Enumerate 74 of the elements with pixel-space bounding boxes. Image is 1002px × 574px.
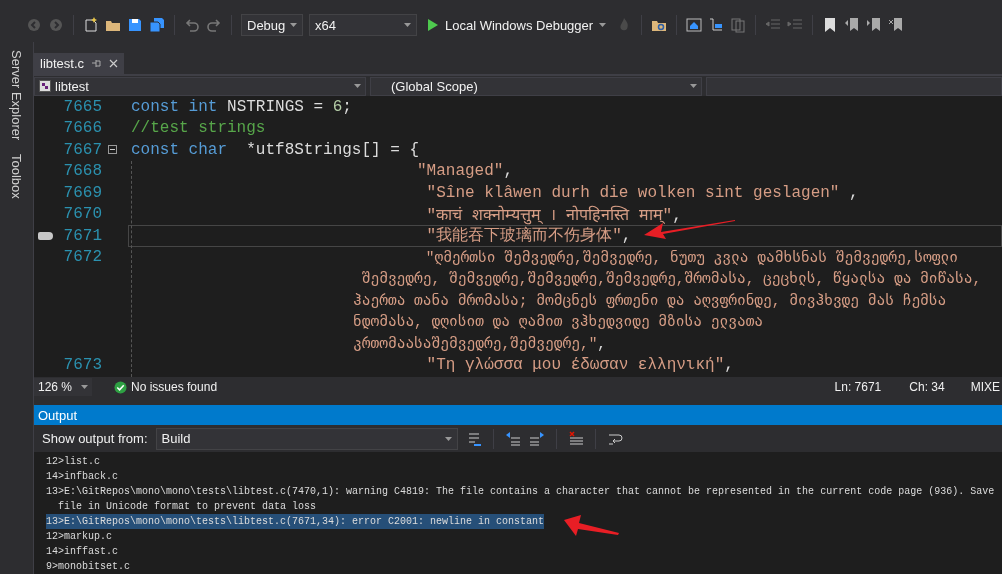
output-line: 14>infback.c — [46, 470, 118, 484]
check-icon — [114, 380, 127, 394]
encoding-indicator: MIXE — [970, 380, 1000, 394]
panel-title: Output — [38, 407, 78, 423]
undo-icon[interactable] — [184, 17, 200, 33]
clear-all-icon[interactable] — [567, 430, 584, 447]
dropdown-caret-icon — [404, 23, 411, 27]
line-number: 7667 — [63, 140, 102, 159]
previous-message-icon[interactable] — [504, 430, 521, 447]
side-tab[interactable]: Toolbox — [9, 154, 24, 200]
code-line: "Sîne klâwen durh die wolken sint geslagen" , — [425, 183, 859, 202]
dropdown-caret-icon — [690, 84, 697, 88]
home-icon[interactable] — [686, 17, 703, 33]
code-line: "Τη γλώσσα μου έδωσαν ελληνική", — [425, 355, 734, 374]
save-all-icon[interactable] — [149, 17, 165, 33]
next-message-icon[interactable] — [528, 430, 545, 447]
line-indicator: Ln: 7671 — [834, 380, 882, 394]
save-icon[interactable] — [127, 17, 143, 33]
dropdown-caret-icon — [290, 23, 297, 27]
code-line: const char *utf8Strings[] = { — [131, 140, 420, 159]
line-number: 7673 — [63, 355, 102, 374]
new-item-icon[interactable] — [83, 17, 99, 33]
close-icon[interactable] — [109, 59, 119, 68]
document-tab[interactable]: libtest.c — [34, 53, 125, 74]
step-icon[interactable] — [708, 17, 725, 33]
project-dropdown[interactable]: libtest — [34, 76, 366, 96]
code-line: const int NSTRINGS = 6; — [131, 97, 352, 116]
output-line: 12>markup.c — [46, 530, 112, 544]
code-line: ნდომასა, დღისით და ღამით ვჰხედვიდე მზისა ელვათა — [353, 313, 764, 331]
output-line: file in Unicode format to prevent data loss — [57, 500, 317, 514]
output-source-dropdown[interactable]: Build — [155, 427, 458, 450]
issues-status[interactable]: No issues found — [131, 380, 218, 394]
bookmark-prev-icon[interactable] — [844, 17, 861, 33]
line-number: 7672 — [63, 248, 102, 267]
code-line: "ღმერთსი შემვედრე,შემვედრე, ნუთუ კვლა დამხსნას შემვედრე,სოფლი — [424, 248, 958, 266]
output-line: 12>list.c — [46, 455, 100, 469]
annotation-arrow — [563, 513, 620, 537]
output-line: 9>monobitset.c — [46, 560, 130, 574]
line-number: 7666 — [63, 119, 102, 138]
project-icon — [39, 80, 51, 92]
dropdown-caret-icon — [354, 84, 361, 88]
zoom-dropdown[interactable]: 126 % — [34, 378, 92, 396]
code-line: შემვედრე, შემვედრე,შემვედრე,შემვედრე,შრომასა, ცეცხლს, წყალსა და მიწასა, — [360, 270, 982, 288]
dropdown-caret-icon — [599, 23, 607, 27]
code-line: "काचं शक्नोम्यत्तुम् । नोपहिनस्ति माम्", — [425, 204, 682, 226]
run-debugger-button[interactable]: Local Windows Debugger — [423, 17, 611, 33]
pin-icon[interactable] — [92, 59, 102, 68]
current-line-marker-icon — [38, 232, 53, 240]
column-indicator: Ch: 34 — [909, 380, 945, 394]
code-line: კრთომაასაშემვედრე,შემვედრე,", — [353, 334, 607, 352]
platform-dropdown[interactable]: x64 — [309, 14, 417, 36]
line-number: 7668 — [63, 162, 102, 181]
output-line: 14>inffast.c — [46, 545, 118, 559]
code-line: "我能吞下玻璃而不伤身体", — [425, 225, 632, 247]
code-line: "Managed", — [417, 162, 514, 181]
code-line: //test strings — [131, 119, 266, 138]
collapse-icon[interactable] — [108, 145, 117, 155]
side-tab[interactable]: Server Explorer — [9, 50, 24, 141]
code-line: ჰაერთა თანა მრომასა; მომცნეს ფრთენი და აღვფრინდე, მივჰხვდე მას ჩემსა — [353, 291, 947, 309]
dropdown-caret-icon — [444, 436, 452, 441]
line-number: 7670 — [63, 205, 102, 224]
line-number: 7665 — [63, 97, 102, 116]
configuration-dropdown[interactable]: Debug — [241, 14, 303, 36]
line-number: 7669 — [63, 183, 102, 202]
dropdown-caret-icon — [81, 385, 88, 389]
line-number: 7671 — [63, 226, 102, 245]
scope-dropdown[interactable]: (Global Scope) — [370, 76, 702, 96]
output-line: 13>E:\GitRepos\mono\mono\tests\libtest.c(7470,1): warning C4819: The file contains a character that cannot be represented in the current code page (936). Save — [46, 485, 995, 499]
bookmark-clear-icon[interactable] — [888, 17, 905, 33]
play-icon — [427, 17, 439, 33]
redo-icon[interactable] — [206, 17, 222, 33]
output-source-label: Show output from: — [42, 431, 148, 446]
pages-icon[interactable] — [730, 17, 747, 33]
bookmark-next-icon[interactable] — [866, 17, 883, 33]
